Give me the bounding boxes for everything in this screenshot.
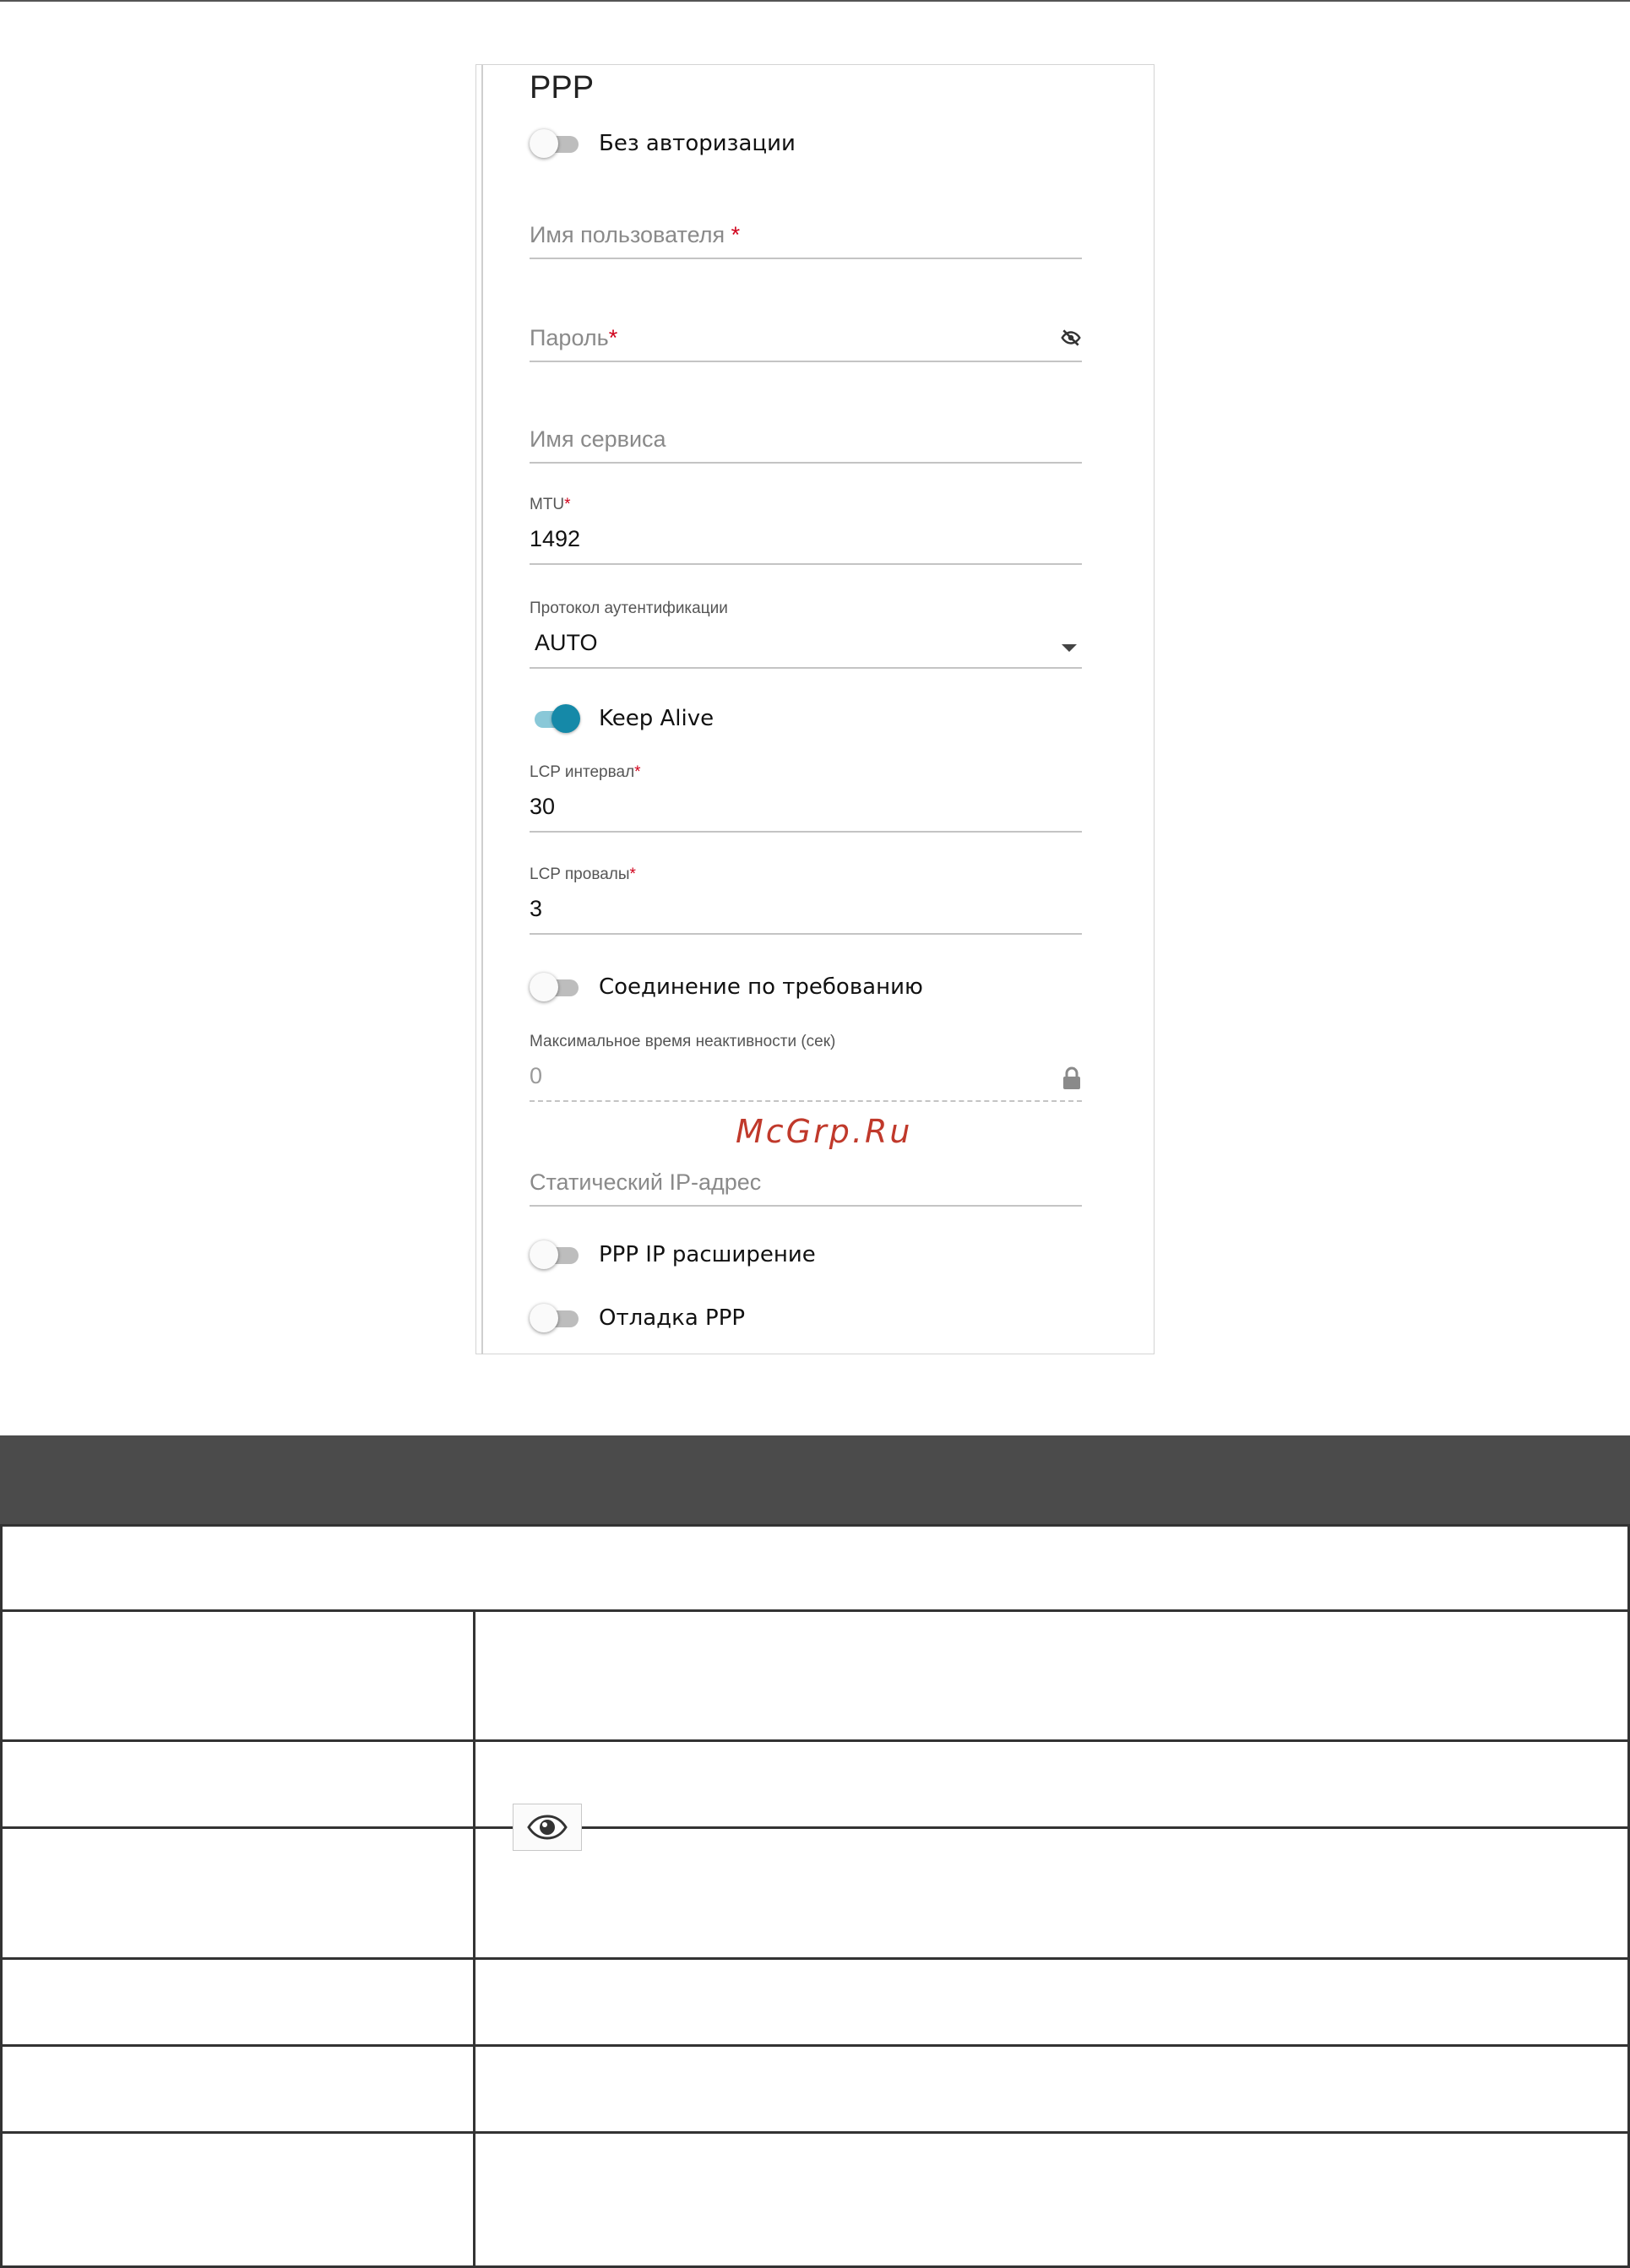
toggle-debug-label: Отладка PPP [599,1305,746,1331]
toggle-no-auth[interactable]: Без авторизации [530,127,796,160]
eye-off-icon[interactable] [1060,327,1082,352]
lcp-interval-label: LCP интервал* [530,763,641,781]
mtu-field[interactable]: MTU* 1492 [530,496,1082,565]
static-ip-placeholder: Статический IP-адрес [530,1169,762,1195]
auth-protocol-select[interactable]: Протокол аутентификации AUTO [530,600,1082,669]
table-column-divider [473,1609,475,2268]
switch-ip-extension[interactable] [530,1238,579,1272]
switch-no-auth[interactable] [530,127,579,160]
toggle-keep-alive[interactable]: Keep Alive [530,702,714,735]
watermark: McGrp.Ru [736,1113,913,1150]
table-row [3,1829,473,1957]
table-rule [0,1524,1630,1527]
table-header [0,1435,1630,1524]
page-top-rule [0,0,1630,2]
panel-title: PPP [530,70,595,106]
username-field[interactable]: Имя пользователя * [530,215,1082,259]
ppp-settings-panel: PPP Без авторизации Имя пользователя * П… [475,64,1155,1354]
lock-icon [1062,1066,1082,1093]
mtu-label: MTU* [530,496,571,513]
toggle-no-auth-label: Без авторизации [599,131,796,156]
table-row [3,1960,473,2044]
switch-dial-on-demand[interactable] [530,970,579,1004]
toggle-keep-alive-label: Keep Alive [599,706,714,731]
toggle-ip-extension[interactable]: PPP IP расширение [530,1238,816,1272]
auth-protocol-value: AUTO [535,630,598,655]
mtu-value: 1492 [530,526,581,551]
static-ip-field[interactable]: Статический IP-адрес [530,1163,1082,1207]
service-name-placeholder: Имя сервиса [530,426,666,452]
switch-debug[interactable] [530,1301,579,1335]
switch-keep-alive[interactable] [530,702,580,735]
lcp-failures-field[interactable]: LCP провалы* 3 [530,865,1082,935]
lcp-failures-label: LCP провалы* [530,865,636,883]
lcp-interval-field[interactable]: LCP интервал* 30 [530,763,1082,833]
max-idle-label: Максимальное время неактивности (сек) [530,1033,836,1050]
service-name-field[interactable]: Имя сервиса [530,420,1082,464]
toggle-dial-on-demand[interactable]: Соединение по требованию [530,970,923,1004]
eye-icon [513,1804,582,1851]
toggle-dial-on-demand-label: Соединение по требованию [599,974,923,1000]
max-idle-field: Максимальное время неактивности (сек) 0 [530,1033,1082,1102]
toggle-debug[interactable]: Отладка PPP [530,1301,745,1335]
lcp-interval-value: 30 [530,794,556,819]
lcp-failures-value: 3 [530,896,543,921]
table-section-row [0,1524,1630,1610]
table-row [3,1612,473,1739]
panel-accent-bar [481,65,483,1354]
table-row [3,2047,473,2131]
password-field[interactable]: Пароль* [530,318,1082,362]
caret-down-icon[interactable] [1062,640,1077,656]
table-row [3,2134,473,2265]
username-placeholder: Имя пользователя * [530,222,741,247]
password-placeholder: Пароль* [530,325,618,350]
table-row [3,1742,473,1826]
auth-protocol-label: Протокол аутентификации [530,600,728,617]
max-idle-value: 0 [530,1063,543,1088]
toggle-ip-extension-label: PPP IP расширение [599,1242,816,1267]
